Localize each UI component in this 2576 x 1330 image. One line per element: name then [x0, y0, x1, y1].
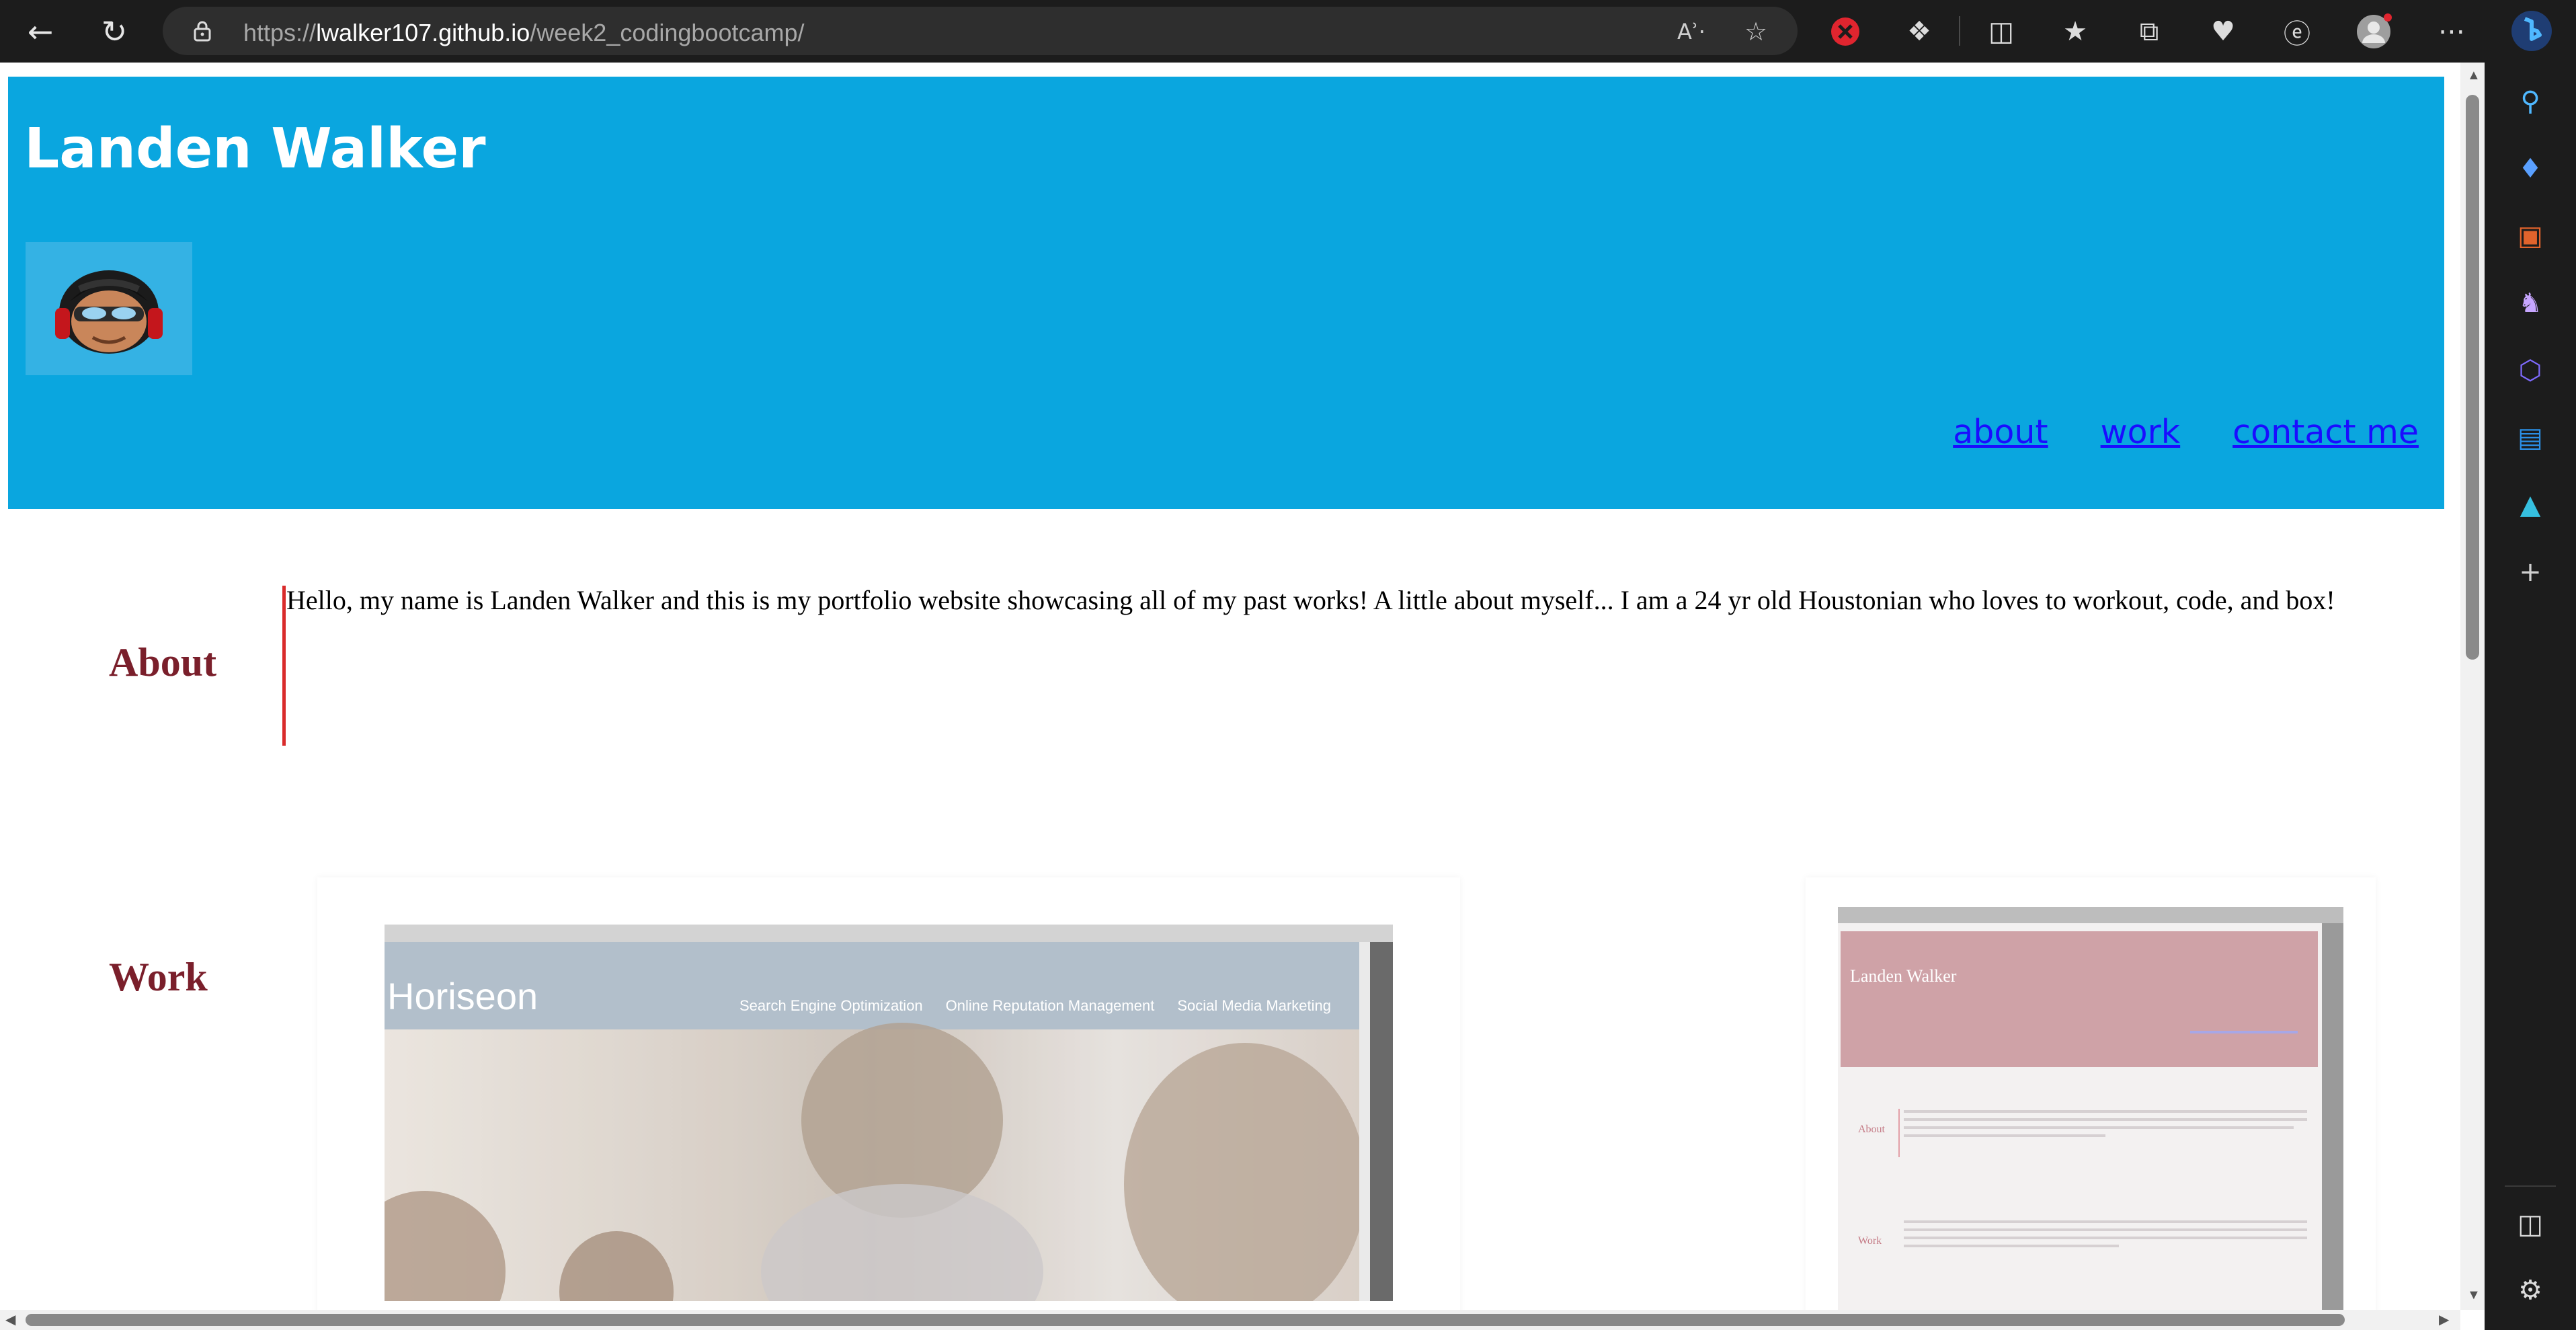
edge-drop-icon[interactable]: ⓔ [2279, 13, 2315, 50]
screenshot-header: Landen Walker [1841, 931, 2318, 1067]
screenshot-title: Landen Walker [1850, 966, 1957, 986]
screenshot-text-line [1904, 1237, 2307, 1239]
horizontal-scroll-thumb[interactable] [26, 1314, 2345, 1326]
nav-link-work[interactable]: work [2101, 413, 2181, 451]
screenshot-links: Search Engine Optimization Online Reputa… [739, 997, 1331, 1015]
screenshot-link: Social Media Marketing [1177, 997, 1331, 1014]
screenshot-text-line [1904, 1228, 2307, 1231]
back-icon[interactable]: ← [20, 11, 61, 52]
vertical-scrollbar[interactable]: ▲ ▼ [2460, 63, 2485, 1310]
project-screenshot-portfolio[interactable]: Landen Walker About Work [1838, 907, 2343, 1311]
screenshot-text-line [1904, 1126, 2294, 1129]
screenshot-divider [1898, 1109, 1900, 1157]
screenshot-text-line [1904, 1110, 2307, 1113]
toolbar-divider [1959, 16, 1960, 46]
screenshot-nav-links [2190, 1031, 2298, 1033]
vertical-scroll-thumb[interactable] [2466, 95, 2479, 660]
avatar [26, 242, 192, 375]
screenshot-browser-bar [385, 925, 1393, 942]
main-nav: about work contact me [1953, 413, 2419, 451]
screenshot-link: Online Reputation Management [945, 997, 1155, 1014]
scroll-up-icon[interactable]: ▲ [2467, 68, 2481, 83]
screenshot-about-label: About [1858, 1124, 1885, 1135]
screenshot-browser-bar [1838, 907, 2343, 923]
address-bar[interactable]: https://lwalker107.github.io/week2_codin… [163, 7, 1798, 55]
about-text: Hello, my name is Landen Walker and this… [286, 585, 2335, 615]
shopping-tag-icon[interactable]: ♦ [2511, 150, 2549, 188]
lock-icon[interactable] [194, 20, 211, 42]
nav-link-about[interactable]: about [1953, 413, 2048, 451]
settings-icon[interactable]: ⚙ [2511, 1272, 2549, 1309]
microsoft365-icon[interactable]: ⬡ [2511, 352, 2549, 389]
screenshot-link: Search Engine Optimization [739, 997, 923, 1014]
sidebar-divider [2505, 1185, 2556, 1187]
screenshot-nav: Horiseon Search Engine Optimization Onli… [385, 942, 1359, 1029]
edge-sidebar: ⚲ ♦ ▣ ♞ ⬡ ▤ ▲ + ◫ ⚙ [2485, 63, 2576, 1330]
tools-icon[interactable]: ▣ [2511, 217, 2549, 255]
screenshot-brand: Horiseon [387, 975, 538, 1017]
site-header: Landen Walker about work contact me [8, 77, 2444, 509]
about-heading: About [109, 640, 217, 684]
scroll-right-icon[interactable]: ▶ [2439, 1311, 2449, 1328]
browser-essentials-icon[interactable]: ♥ [2205, 13, 2241, 50]
screenshot-text-line [1904, 1118, 2307, 1121]
photo-person [1124, 1043, 1366, 1301]
favorites-icon[interactable]: ★ [2057, 13, 2093, 50]
copilot-icon[interactable] [2510, 9, 2553, 52]
extensions-icon[interactable]: ❖ [1901, 13, 1937, 50]
split-screen-icon[interactable]: ◫ [1983, 13, 2019, 50]
screenshot-photo [385, 1023, 1366, 1301]
work-heading: Work [109, 955, 208, 999]
screenshot-scrollbar [1359, 942, 1370, 1301]
url-text[interactable]: https://lwalker107.github.io/week2_codin… [243, 19, 805, 47]
photo-person [761, 1184, 1043, 1301]
photo-person [559, 1231, 674, 1301]
blocked-extension-icon[interactable] [1827, 13, 1863, 50]
search-icon[interactable]: ⚲ [2511, 83, 2549, 120]
screenshot-work-label: Work [1858, 1235, 1882, 1247]
screenshot-sidebar [1370, 942, 1393, 1301]
sidebar-toggle-icon[interactable]: ◫ [2511, 1206, 2549, 1243]
collections-icon[interactable]: ⧉ [2131, 13, 2167, 50]
outlook-icon[interactable]: ▤ [2511, 419, 2549, 457]
scroll-left-icon[interactable]: ◀ [5, 1311, 15, 1328]
screenshot-text-line [1904, 1245, 2119, 1247]
browser-toolbar: ← ↻ https://lwalker107.github.io/week2_c… [0, 0, 2576, 63]
read-aloud-icon[interactable]: Aʾ· [1675, 15, 1707, 48]
project-screenshot-horiseon[interactable]: Horiseon Search Engine Optimization Onli… [385, 925, 1393, 1301]
page-viewport: Landen Walker about work contact me Abou… [0, 63, 2485, 1330]
screenshot-sidebar [2322, 923, 2343, 1311]
photo-person [385, 1191, 506, 1301]
scroll-down-icon[interactable]: ▼ [2467, 1288, 2481, 1303]
add-icon[interactable]: + [2511, 553, 2549, 591]
screenshot-text-line [1904, 1220, 2307, 1223]
site-title: Landen Walker [24, 117, 486, 181]
refresh-icon[interactable]: ↻ [94, 11, 134, 52]
drop-icon[interactable]: ▲ [2511, 486, 2549, 524]
screenshot-text-line [1904, 1134, 2105, 1137]
horizontal-scrollbar[interactable]: ◀ ▶ [0, 1310, 2460, 1330]
favorite-star-icon[interactable]: ☆ [1740, 15, 1772, 48]
nav-link-contact[interactable]: contact me [2232, 413, 2419, 451]
profile-icon[interactable] [2356, 13, 2392, 50]
about-divider [282, 586, 286, 746]
more-icon[interactable]: ⋯ [2433, 13, 2470, 50]
games-icon[interactable]: ♞ [2511, 284, 2549, 322]
